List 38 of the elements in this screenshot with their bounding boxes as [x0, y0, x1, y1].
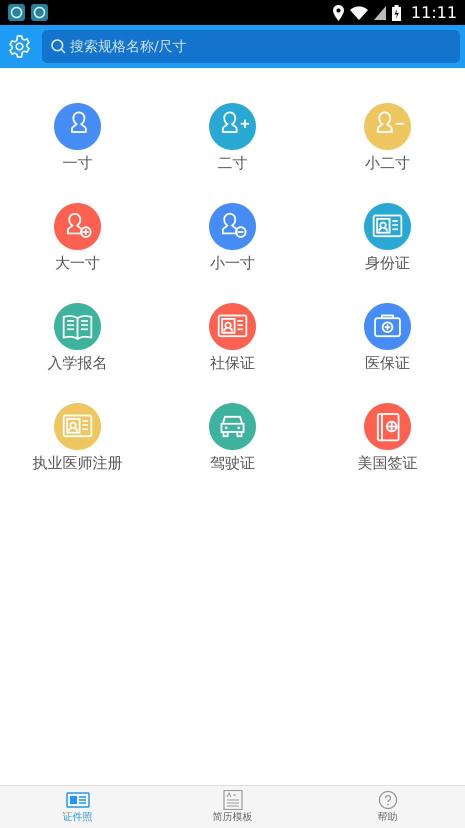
nav-tab[interactable]: 简历模板 [155, 786, 310, 828]
spec-label[interactable]: 驾驶证 [210, 452, 255, 474]
search-icon [51, 39, 66, 54]
photo-spec-icon[interactable] [54, 303, 101, 350]
spec-label[interactable]: 社保证 [210, 352, 255, 374]
photo-spec-icon[interactable] [209, 303, 256, 350]
spec-label[interactable]: 小二寸 [365, 152, 410, 174]
battery-icon [392, 4, 401, 20]
spec-label[interactable]: 二寸 [218, 152, 248, 174]
photo-spec-icon[interactable] [364, 203, 411, 250]
app-notification-icon [8, 4, 25, 21]
spec-label[interactable]: 小一寸 [210, 252, 255, 274]
spec-label[interactable]: 美国签证 [358, 452, 418, 474]
nav-tab[interactable]: 帮助 [310, 786, 465, 828]
photo-spec-icon[interactable] [209, 203, 256, 250]
photo-spec-icon[interactable] [364, 303, 411, 350]
photo-spec-icon[interactable] [209, 103, 256, 150]
spec-label[interactable]: 执业医师注册 [32, 452, 122, 474]
photo-spec-icon[interactable] [54, 203, 101, 250]
app-notification-icon [31, 4, 48, 21]
id-card-icon [66, 790, 90, 810]
spec-label[interactable]: 大一寸 [55, 252, 100, 274]
photo-spec-icon[interactable] [209, 403, 256, 450]
wifi-icon [350, 6, 368, 20]
document-icon [220, 790, 244, 810]
spec-label[interactable]: 身份证 [365, 252, 410, 274]
photo-spec-icon[interactable] [364, 103, 411, 150]
signal-icon [374, 6, 386, 20]
settings-icon[interactable] [7, 34, 32, 59]
spec-label[interactable]: 医保证 [365, 352, 410, 374]
spec-label[interactable]: 一寸 [62, 152, 92, 174]
photo-spec-icon[interactable] [54, 103, 101, 150]
location-icon [332, 4, 344, 20]
search-field[interactable]: 搜索规格名称/尺寸 [42, 30, 460, 63]
spec-label[interactable]: 入学报名 [48, 352, 108, 374]
photo-spec-icon[interactable] [54, 403, 101, 450]
clock: 11:11 [410, 2, 457, 24]
photo-spec-icon[interactable] [364, 403, 411, 450]
